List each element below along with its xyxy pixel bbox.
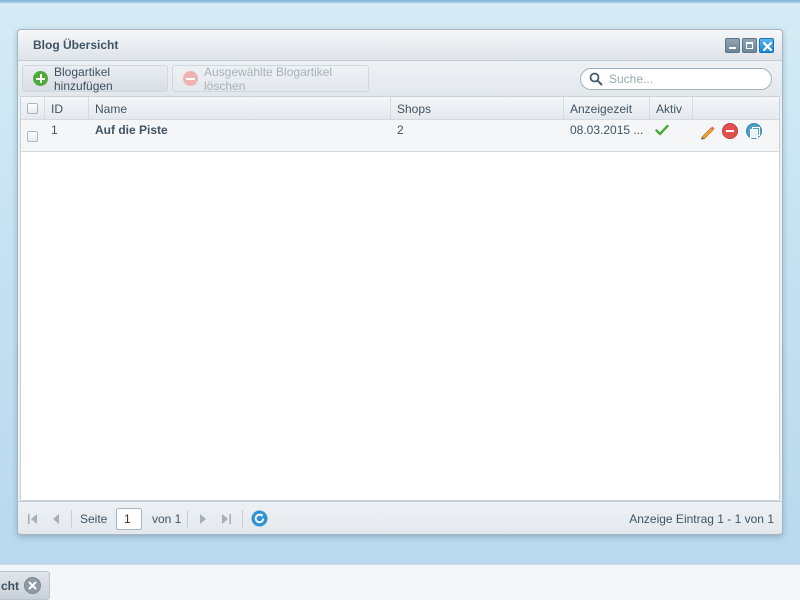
edit-icon[interactable] xyxy=(699,123,715,143)
minimize-icon[interactable] xyxy=(725,38,740,53)
remove-icon xyxy=(183,71,198,86)
column-header-name[interactable]: Name xyxy=(89,97,391,120)
desktop-top-line xyxy=(0,0,800,3)
last-page-icon[interactable] xyxy=(219,512,233,526)
grid-header: ID Name Shops Anzeigezeit Aktiv xyxy=(21,97,779,120)
delete-button-label: Ausgewählte Blogartikel löschen xyxy=(204,64,333,93)
header-select-all[interactable] xyxy=(21,97,45,120)
page-count-label: von 1 xyxy=(152,512,182,526)
paging-toolbar: Seite von 1 Anzeige Eintrag 1 - 1 von 1 xyxy=(18,501,782,534)
first-page-icon[interactable] xyxy=(26,512,40,526)
paging-separator xyxy=(71,510,72,528)
paging-separator xyxy=(187,510,188,528)
window-title: Blog Übersicht xyxy=(33,38,119,52)
paging-summary: Anzeige Eintrag 1 - 1 von 1 xyxy=(629,512,774,526)
row-select-checkbox[interactable] xyxy=(27,131,38,142)
column-header-shops[interactable]: Shops xyxy=(391,97,564,120)
taskbar: cht xyxy=(0,564,800,600)
add-button-label: Blogartikel hinzufügen xyxy=(54,64,113,93)
window-header[interactable]: Blog Übersicht xyxy=(18,30,782,61)
active-check-icon xyxy=(655,124,669,139)
page-label: Seite xyxy=(80,512,108,526)
delete-icon[interactable] xyxy=(722,123,738,139)
duplicate-icon[interactable] xyxy=(746,123,762,139)
column-header-actions xyxy=(693,97,781,120)
taskbar-button-label: cht xyxy=(1,578,19,593)
blog-articles-grid: ID Name Shops Anzeigezeit Aktiv 1 Auf di… xyxy=(20,96,780,501)
page-number-input[interactable] xyxy=(116,508,142,530)
column-header-aktiv[interactable]: Aktiv xyxy=(650,97,693,120)
search-field[interactable] xyxy=(580,68,772,90)
row-shops: 2 xyxy=(397,123,404,137)
search-input[interactable] xyxy=(609,72,759,86)
column-header-anzeigezeit[interactable]: Anzeigezeit xyxy=(564,97,650,120)
next-page-icon[interactable] xyxy=(196,512,210,526)
row-anzeigezeit: 08.03.2015 ... xyxy=(570,123,644,137)
add-icon xyxy=(33,71,48,86)
close-icon[interactable] xyxy=(24,577,41,594)
row-id: 1 xyxy=(51,123,58,137)
paging-separator xyxy=(242,510,243,528)
add-blog-article-button[interactable]: Blogartikel hinzufügen xyxy=(22,64,168,93)
refresh-icon[interactable] xyxy=(251,510,268,527)
row-name: Auf die Piste xyxy=(95,123,168,137)
window-controls xyxy=(725,38,774,53)
close-icon[interactable] xyxy=(759,38,774,53)
grid-toolbar: Blogartikel hinzufügen Ausgewählte Bloga… xyxy=(18,61,782,96)
blog-overview-window: Blog Übersicht Blogartikel hinzufügen Au… xyxy=(17,29,783,535)
delete-selected-articles-button[interactable]: Ausgewählte Blogartikel löschen xyxy=(172,64,369,93)
taskbar-window-button[interactable]: cht xyxy=(0,571,50,600)
search-icon xyxy=(589,72,603,86)
previous-page-icon[interactable] xyxy=(49,512,63,526)
select-all-checkbox[interactable] xyxy=(27,103,38,114)
table-row[interactable]: 1 Auf die Piste 2 08.03.2015 ... xyxy=(21,120,779,152)
column-header-id[interactable]: ID xyxy=(45,97,89,120)
maximize-icon[interactable] xyxy=(742,38,757,53)
